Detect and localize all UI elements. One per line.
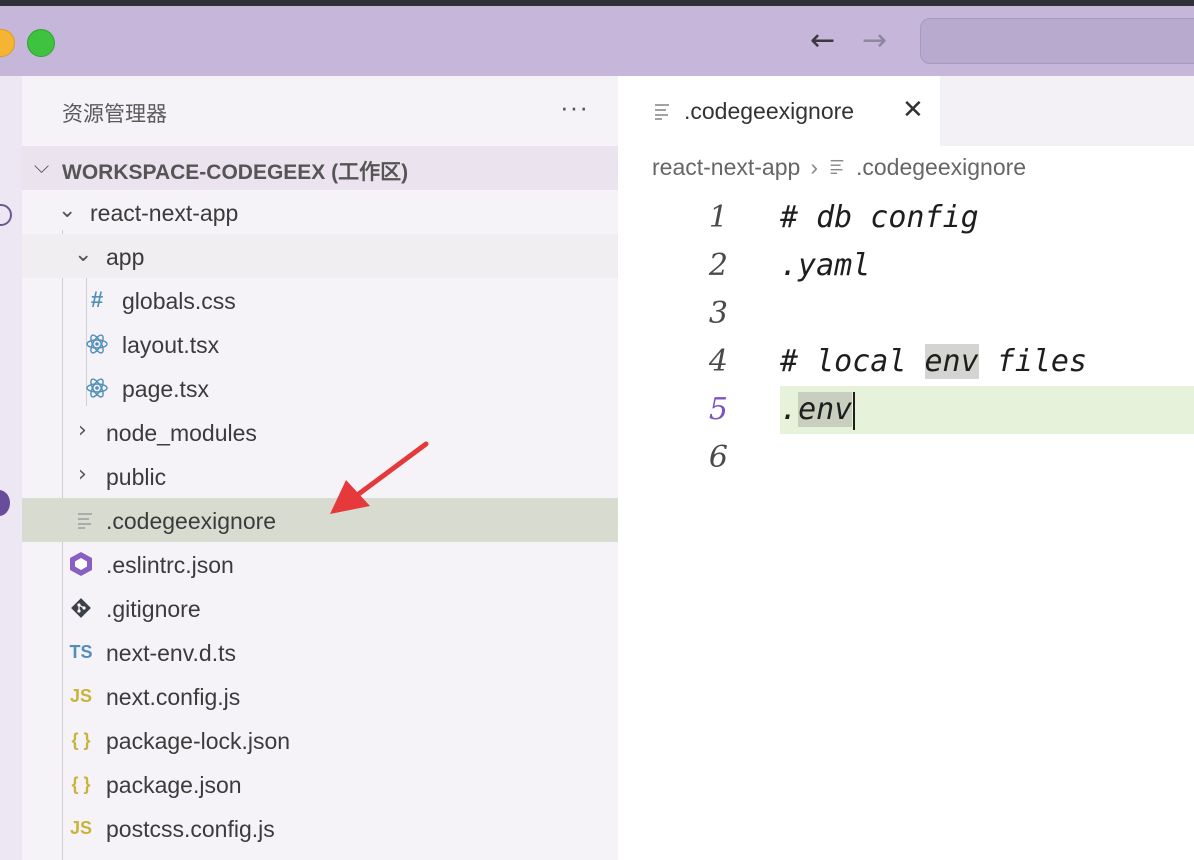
breadcrumb-folder[interactable]: react-next-app (652, 154, 800, 180)
chevron-down-icon: ⌄ (74, 242, 93, 267)
activity-bar (0, 76, 22, 860)
tree-item-codegeexignore[interactable]: .codegeexignore (22, 498, 618, 542)
zoom-button[interactable] (27, 29, 55, 57)
tab-codegeexignore[interactable]: .codegeexignore ✕ (618, 76, 940, 146)
title-bar: ← → (0, 6, 1194, 76)
hash-icon: # (90, 287, 104, 312)
tree-item-eslintrc[interactable]: .eslintrc.json (22, 542, 618, 586)
activity-icon[interactable] (0, 490, 10, 516)
line-number: 6 (708, 440, 728, 475)
tree-item-package-json[interactable]: { } package.json (22, 762, 618, 806)
lines-icon (72, 506, 98, 534)
breadcrumb: react-next-app › .codegeexignore (652, 154, 1026, 182)
tree-item-label: next.config.js (106, 684, 241, 710)
json-icon: { } (71, 773, 91, 794)
react-icon (84, 374, 110, 402)
text-cursor (853, 391, 856, 430)
line-text-segment: . (780, 392, 799, 427)
js-icon: JS (69, 817, 93, 838)
line-number: 4 (708, 344, 728, 379)
eslint-icon (68, 550, 94, 578)
tree-item-label: .codegeexignore (106, 508, 277, 534)
word-highlight: env (798, 392, 853, 427)
line-number: 2 (708, 248, 728, 283)
line-text: .yaml (780, 248, 871, 283)
tree-item-label: package.json (106, 772, 242, 798)
tree-item-label: .eslintrc.json (106, 552, 234, 578)
tree-item-label: react-next-app (90, 200, 239, 226)
chevron-right-icon: › (78, 418, 87, 443)
code-line[interactable]: 3 (618, 290, 1194, 338)
js-icon: JS (69, 685, 93, 706)
tree-item-layout-tsx[interactable]: layout.tsx (22, 322, 618, 366)
line-text-segment: # local (780, 344, 925, 379)
tree-item-label: node_modules (106, 420, 257, 446)
arrow-right-icon[interactable]: → (862, 26, 887, 56)
ts-icon: TS (69, 641, 93, 662)
explorer-sidebar: 资源管理器 ··· ⌵ WORKSPACE-CODEGEEX (工作区) ⌄ r… (22, 76, 618, 860)
tree-item-public[interactable]: › public (22, 454, 618, 498)
tree-item-node-modules[interactable]: › node_modules (22, 410, 618, 454)
activity-icon[interactable] (0, 204, 12, 226)
minimize-button[interactable] (0, 29, 15, 57)
lines-icon (828, 155, 846, 182)
tree-item-label: next-env.d.ts (106, 640, 236, 666)
line-text-segment: files (978, 344, 1088, 379)
editor-area: .codegeexignore ✕ react-next-app › .codege… (618, 76, 1194, 860)
tree-item-label: page.tsx (122, 376, 209, 402)
line-number: 3 (708, 296, 728, 331)
sidebar-title: 资源管理器 (62, 103, 167, 126)
git-icon (68, 594, 94, 622)
json-icon: { } (71, 729, 91, 750)
line-text: # local env files (780, 338, 1087, 386)
word-highlight: env (924, 344, 979, 379)
code-line[interactable]: 6 (618, 434, 1194, 482)
tree-item-next-env[interactable]: TS next-env.d.ts (22, 630, 618, 674)
tab-bar: .codegeexignore ✕ (618, 76, 1194, 146)
tree-item-label: app (106, 244, 145, 270)
tree-item-globals-css[interactable]: # globals.css (22, 278, 618, 322)
line-text: # db config (780, 200, 979, 235)
code-line[interactable]: 2 .yaml (618, 242, 1194, 290)
tree-item-label: package-lock.json (106, 728, 291, 754)
workspace-header[interactable]: ⌵ WORKSPACE-CODEGEEX (工作区) (22, 146, 618, 190)
tab-label: .codegeexignore (684, 98, 855, 124)
breadcrumb-file[interactable]: .codegeexignore (856, 154, 1026, 180)
react-icon (84, 330, 110, 358)
chevron-right-icon: › (78, 462, 87, 487)
tree-item-gitignore[interactable]: .gitignore (22, 586, 618, 630)
code-editor[interactable]: 1 # db config 2 .yaml 3 4 # local env fi… (618, 194, 1194, 482)
line-number: 5 (708, 392, 728, 427)
code-line-current[interactable]: 5 .env (618, 386, 1194, 434)
chevron-down-icon: ⌵ (34, 156, 50, 178)
tree-item-package-lock[interactable]: { } package-lock.json (22, 718, 618, 762)
code-line[interactable]: 4 # local env files (618, 338, 1194, 386)
line-text: .env (780, 386, 856, 434)
arrow-left-icon[interactable]: ← (810, 26, 835, 56)
workspace-title: WORKSPACE-CODEGEEX (工作区) (62, 161, 409, 184)
chevron-down-icon: ⌄ (58, 198, 77, 223)
chevron-right-icon: › (810, 154, 818, 180)
command-center-search[interactable] (920, 18, 1194, 64)
tree-item-label: globals.css (122, 288, 236, 314)
line-number: 1 (708, 200, 728, 235)
tree-item-label: layout.tsx (122, 332, 220, 358)
tree-item-app[interactable]: ⌄ app (22, 234, 618, 278)
ellipsis-icon[interactable]: ··· (560, 92, 589, 123)
lines-icon (652, 102, 672, 127)
tree-item-label: public (106, 464, 167, 490)
tree-item-react-next-app[interactable]: ⌄ react-next-app (22, 190, 618, 234)
tree-item-next-config[interactable]: JS next.config.js (22, 674, 618, 718)
close-icon[interactable]: ✕ (902, 94, 924, 125)
tree-item-postcss-config[interactable]: JS postcss.config.js (22, 806, 618, 850)
tree-item-label: .gitignore (106, 596, 201, 622)
tree-item-label: postcss.config.js (106, 816, 275, 842)
code-line[interactable]: 1 # db config (618, 194, 1194, 242)
tree-item-page-tsx[interactable]: page.tsx (22, 366, 618, 410)
